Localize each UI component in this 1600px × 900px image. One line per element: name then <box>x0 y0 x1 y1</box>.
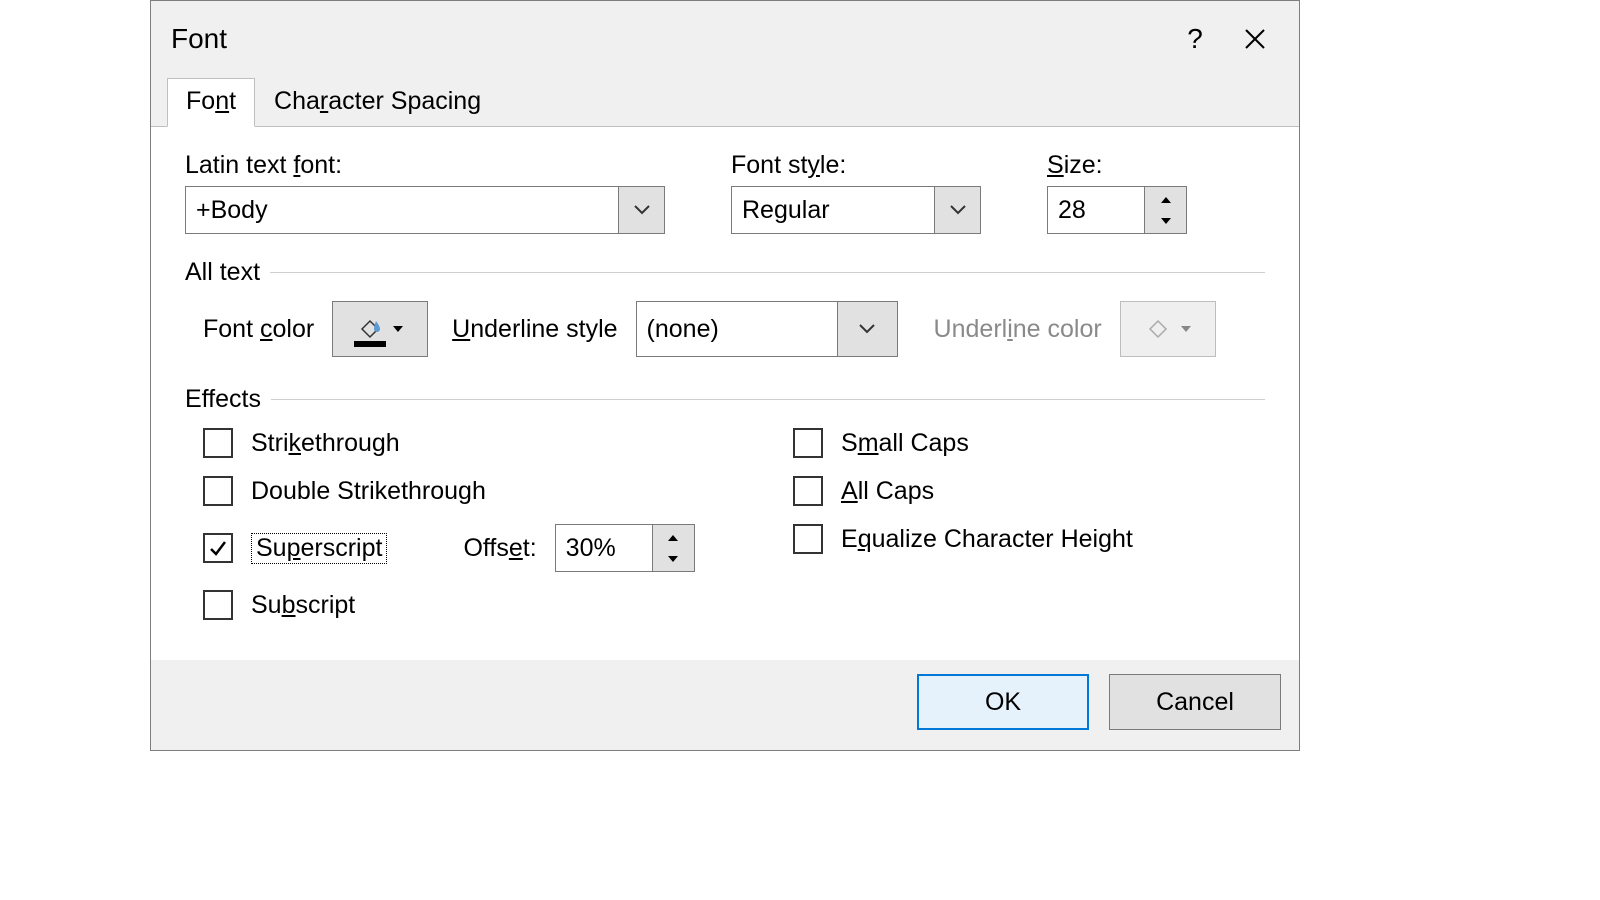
help-button[interactable]: ? <box>1165 9 1225 69</box>
small-caps-label: Small Caps <box>841 429 969 458</box>
all-caps-label: All Caps <box>841 477 934 506</box>
subscript-label: Subscript <box>251 591 355 620</box>
effects-col-left: Strikethrough Double Strikethrough Super… <box>203 428 713 620</box>
strikethrough-row: Strikethrough <box>203 428 713 458</box>
divider <box>270 272 1265 273</box>
chevron-down-icon <box>934 187 980 233</box>
equalize-height-checkbox[interactable] <box>793 524 823 554</box>
close-icon <box>1244 28 1266 50</box>
font-style-label: Font style: <box>731 151 981 180</box>
underline-color-button <box>1120 301 1216 357</box>
chevron-down-icon <box>1180 325 1192 333</box>
all-text-group: All text <box>185 258 1265 287</box>
latin-font-label: Latin text font: <box>185 151 665 180</box>
font-style-combo[interactable]: Regular <box>731 186 981 234</box>
offset-label: Offset: <box>463 534 536 563</box>
chevron-down-icon <box>618 187 664 233</box>
font-panel: Latin text font: +Body Font style: Regul… <box>151 127 1299 660</box>
equalize-height-label: Equalize Character Height <box>841 525 1133 554</box>
spinner-up-icon[interactable] <box>667 527 679 548</box>
spinner-arrows <box>1144 187 1186 233</box>
size-value: 28 <box>1048 187 1144 233</box>
double-strikethrough-row: Double Strikethrough <box>203 476 713 506</box>
tab-font[interactable]: Font <box>167 78 255 127</box>
equalize-height-row: Equalize Character Height <box>793 524 1133 554</box>
ok-button[interactable]: OK <box>917 674 1089 730</box>
effects-group: Effects <box>185 385 1265 414</box>
offset-value: 30% <box>556 525 652 571</box>
font-color-button[interactable] <box>332 301 428 357</box>
underline-style-combo[interactable]: (none) <box>636 301 898 357</box>
font-row: Latin text font: +Body Font style: Regul… <box>185 151 1265 234</box>
dialog-footer: OK Cancel <box>151 660 1299 750</box>
tab-row: Font Character Spacing <box>151 77 1299 127</box>
dialog-title: Font <box>171 23 1165 55</box>
titlebar: Font ? <box>151 1 1299 77</box>
offset-spinner[interactable]: 30% <box>555 524 695 572</box>
small-caps-checkbox[interactable] <box>793 428 823 458</box>
latin-font-field: Latin text font: +Body <box>185 151 665 234</box>
superscript-label: Superscript <box>251 533 387 564</box>
paint-bucket-icon <box>356 315 384 343</box>
all-caps-checkbox[interactable] <box>793 476 823 506</box>
size-field: Size: 28 <box>1047 151 1187 234</box>
superscript-checkbox[interactable] <box>203 533 233 563</box>
underline-style-value: (none) <box>637 302 837 356</box>
cancel-button[interactable]: Cancel <box>1109 674 1281 730</box>
chevron-down-icon <box>837 302 897 356</box>
all-text-label: All text <box>185 258 260 287</box>
superscript-row: Superscript Offset: 30% <box>203 524 713 572</box>
font-style-field: Font style: Regular <box>731 151 981 234</box>
small-caps-row: Small Caps <box>793 428 1133 458</box>
strikethrough-checkbox[interactable] <box>203 428 233 458</box>
paint-bucket-icon <box>1144 315 1172 343</box>
effects-col-right: Small Caps All Caps Equalize Character H… <box>793 428 1133 620</box>
strikethrough-label: Strikethrough <box>251 429 400 458</box>
all-text-row: Font color Underline style (none) Underl <box>185 301 1265 357</box>
double-strikethrough-checkbox[interactable] <box>203 476 233 506</box>
effects-row: Strikethrough Double Strikethrough Super… <box>185 428 1265 620</box>
close-button[interactable] <box>1225 9 1285 69</box>
size-spinner[interactable]: 28 <box>1047 186 1187 234</box>
spinner-down-icon[interactable] <box>667 548 679 569</box>
chevron-down-icon <box>392 325 404 333</box>
font-color-label: Font color <box>203 315 314 344</box>
subscript-checkbox[interactable] <box>203 590 233 620</box>
all-caps-row: All Caps <box>793 476 1133 506</box>
tab-character-spacing[interactable]: Character Spacing <box>255 78 500 127</box>
size-label: Size: <box>1047 151 1187 180</box>
spinner-arrows <box>652 525 694 571</box>
underline-style-label: Underline style <box>452 315 617 344</box>
font-style-value: Regular <box>732 187 934 233</box>
effects-label: Effects <box>185 385 261 414</box>
divider <box>271 399 1265 400</box>
help-icon: ? <box>1187 23 1203 55</box>
latin-font-value: +Body <box>186 187 618 233</box>
spinner-up-icon[interactable] <box>1160 189 1172 210</box>
font-dialog: Font ? Font Character Spacing Latin text… <box>150 0 1300 751</box>
spinner-down-icon[interactable] <box>1160 210 1172 231</box>
offset-block: Offset: 30% <box>463 524 694 572</box>
underline-color-label: Underline color <box>934 315 1102 344</box>
subscript-row: Subscript <box>203 590 713 620</box>
double-strikethrough-label: Double Strikethrough <box>251 477 486 506</box>
latin-font-combo[interactable]: +Body <box>185 186 665 234</box>
